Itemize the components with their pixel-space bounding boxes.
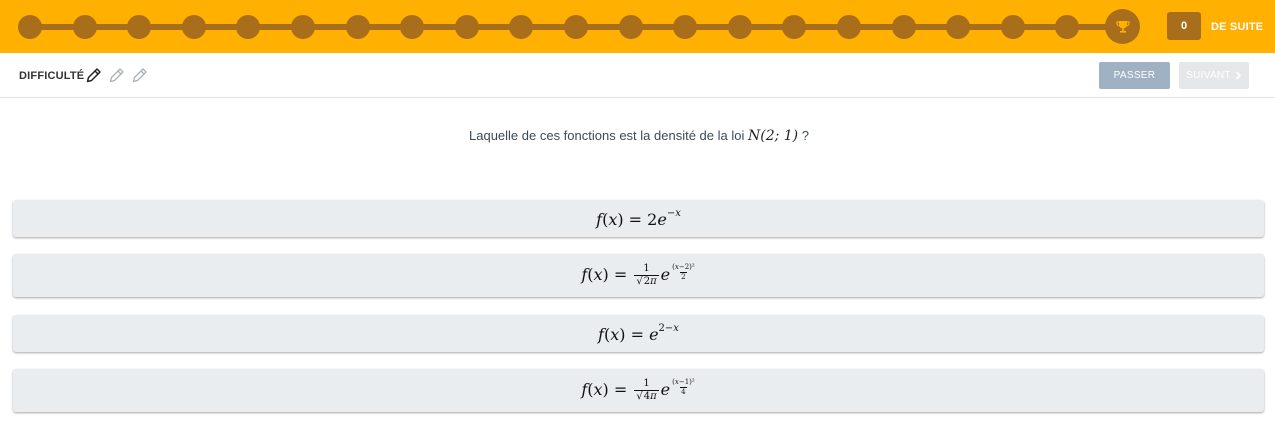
progress-step bbox=[564, 15, 588, 39]
progress-step bbox=[127, 15, 152, 39]
answer-option-4[interactable]: f(x) = 1 √4π e (x−1)² 4 bbox=[13, 369, 1264, 412]
progress-step bbox=[181, 15, 206, 39]
answer-formula: f(x) = 1 √2π e (x−2)² 2 bbox=[581, 263, 695, 287]
answer-option-2[interactable]: f(x) = 1 √2π e (x−2)² 2 bbox=[13, 254, 1264, 297]
progress-bar: 0 DE SUITE bbox=[0, 0, 1275, 53]
next-button-label: SUIVANT bbox=[1186, 70, 1231, 81]
progress-step bbox=[18, 15, 42, 39]
answer-option-3[interactable]: f(x) = e2−x bbox=[13, 315, 1264, 352]
progress-step bbox=[345, 15, 370, 39]
progress-step bbox=[1055, 15, 1080, 39]
skip-button[interactable]: PASSER bbox=[1099, 62, 1170, 89]
progress-step bbox=[782, 15, 807, 39]
progress-step bbox=[673, 15, 698, 39]
progress-step bbox=[509, 15, 534, 39]
progress-step bbox=[72, 15, 97, 39]
question-text: Laquelle de ces fonctions est la densité… bbox=[0, 128, 1275, 144]
next-button[interactable]: SUIVANT bbox=[1179, 62, 1249, 89]
pencil-icon bbox=[109, 68, 124, 83]
progress-step bbox=[837, 15, 861, 39]
question-math: N(2; 1) bbox=[747, 128, 799, 144]
streak-count: 0 bbox=[1167, 12, 1201, 40]
question-suffix: ? bbox=[798, 128, 809, 143]
progress-step bbox=[891, 15, 916, 39]
answer-formula: f(x) = 1 √4π e (x−1)² 4 bbox=[581, 378, 695, 402]
progress-step bbox=[1000, 15, 1025, 39]
streak-label: DE SUITE bbox=[1211, 21, 1264, 33]
answer-formula: f(x) = 2e−x bbox=[596, 208, 681, 229]
progress-step bbox=[727, 15, 752, 39]
progress-step bbox=[618, 15, 643, 39]
answer-formula: f(x) = e2−x bbox=[598, 323, 679, 344]
pencil-icon bbox=[86, 68, 101, 83]
progress-step bbox=[946, 15, 971, 39]
question-prompt: Laquelle de ces fonctions est la densité… bbox=[469, 128, 745, 143]
progress-step bbox=[454, 15, 479, 39]
trophy-icon bbox=[1105, 9, 1140, 44]
exercise-toolbar: DIFFICULTÉ PASSER SUIVANT bbox=[0, 53, 1275, 98]
progress-step bbox=[291, 15, 315, 39]
difficulty-label: DIFFICULTÉ bbox=[19, 70, 85, 82]
chevron-right-icon bbox=[1235, 71, 1241, 80]
progress-step bbox=[400, 15, 425, 39]
pencil-icon bbox=[132, 68, 147, 83]
progress-step bbox=[236, 15, 261, 39]
answer-option-1[interactable]: f(x) = 2e−x bbox=[13, 200, 1264, 237]
